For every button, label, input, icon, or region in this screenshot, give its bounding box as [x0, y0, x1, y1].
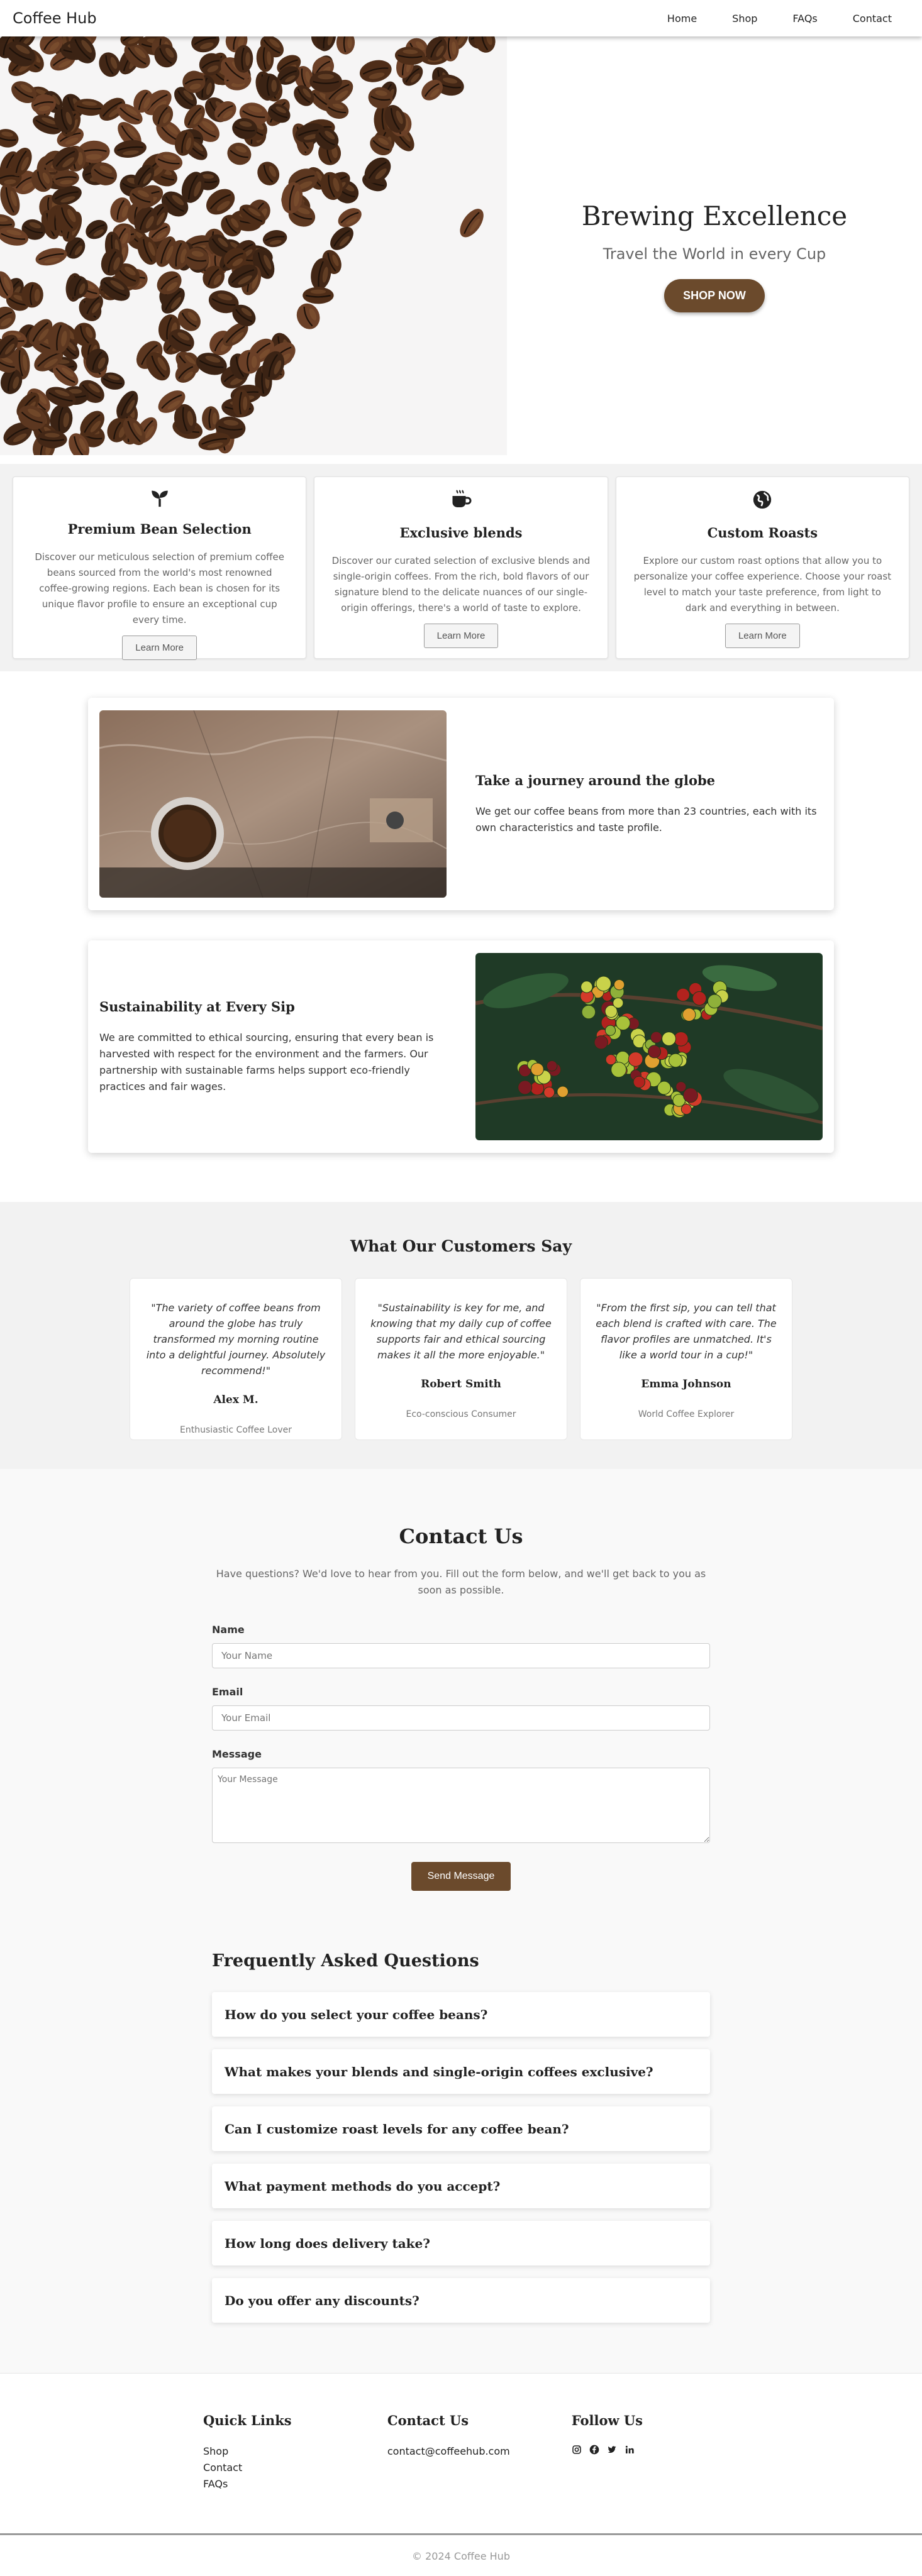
testimonials-section: What Our Customers Say "The variety of c… — [0, 1202, 922, 1469]
footer-follow: Follow Us — [572, 2413, 719, 2492]
testimonial-quote: "From the first sip, you can tell that e… — [596, 1302, 777, 1361]
hero-coffee-beans-image — [0, 36, 507, 455]
social-icons — [572, 2443, 719, 2460]
stories-section: Take a journey around the globe We get o… — [0, 671, 922, 1202]
footer-columns: Quick Links Shop Contact FAQs Contact Us… — [203, 2413, 719, 2492]
story-description: We get our coffee beans from more than 2… — [475, 805, 817, 834]
footer-heading: Contact Us — [387, 2413, 469, 2428]
hero-title: Brewing Excellence — [581, 201, 848, 231]
footer-link-faqs[interactable]: FAQs — [203, 2476, 387, 2492]
contact-form: Name Email Message Send Message — [212, 1624, 710, 1891]
faq-item[interactable]: How long does delivery take? — [212, 2221, 710, 2265]
footer-contact: Contact Us contact@coffeehub.com — [387, 2413, 572, 2492]
name-input[interactable] — [212, 1643, 710, 1668]
footer-email-link[interactable]: contact@coffeehub.com — [387, 2443, 572, 2460]
story-card: Sustainability at Every Sip We are commi… — [88, 940, 834, 1153]
story-text: Take a journey around the globe We get o… — [475, 773, 823, 836]
story-text: Sustainability at Every Sip We are commi… — [99, 999, 447, 1095]
testimonial-role: Enthusiastic Coffee Lover — [180, 1425, 292, 1435]
footer-link-contact[interactable]: Contact — [203, 2460, 387, 2476]
facebook-icon[interactable] — [589, 2443, 599, 2460]
send-wrap: Send Message — [212, 1862, 710, 1891]
footer-link-shop[interactable]: Shop — [203, 2443, 387, 2460]
story-card: Take a journey around the globe We get o… — [88, 698, 834, 910]
hero-text: Brewing Excellence Travel the World in e… — [507, 36, 922, 464]
footer-heading: Follow Us — [571, 2413, 643, 2428]
contact-intro: Have questions? We'd love to hear from y… — [216, 1568, 706, 1596]
coffee-cherries-image — [475, 953, 823, 1140]
feature-title: Exclusive blends — [399, 525, 523, 541]
nav-link-home[interactable]: Home — [650, 13, 714, 25]
story-description: We are committed to ethical sourcing, en… — [99, 1031, 434, 1093]
features-section: Premium Bean Selection Discover our meti… — [0, 464, 922, 671]
learn-more-button[interactable]: Learn More — [725, 624, 800, 648]
copyright: © 2024 Coffee Hub — [412, 2550, 510, 2562]
name-label: Name — [212, 1624, 245, 1636]
testimonial-cards: "The variety of coffee beans from around… — [0, 1278, 922, 1440]
email-label: Email — [212, 1686, 243, 1698]
story-title: Take a journey around the globe — [475, 772, 716, 788]
contact-section: Contact Us Have questions? We'd love to … — [0, 1469, 922, 2373]
seedling-icon — [147, 487, 172, 509]
story-title: Sustainability at Every Sip — [99, 998, 295, 1015]
message-label: Message — [212, 1748, 262, 1760]
footer-heading: Quick Links — [203, 2413, 292, 2428]
faq-item[interactable]: Do you offer any discounts? — [212, 2278, 710, 2323]
feature-title: Premium Bean Selection — [67, 521, 252, 537]
feature-card: Exclusive blends Discover our curated se… — [314, 476, 608, 659]
feature-title: Custom Roasts — [707, 525, 818, 541]
faq-section: Frequently Asked Questions How do you se… — [212, 1951, 710, 2373]
nav-links: Home Shop FAQs Contact — [650, 13, 909, 25]
testimonial-card: "From the first sip, you can tell that e… — [580, 1278, 792, 1440]
faq-item[interactable]: How do you select your coffee beans? — [212, 1992, 710, 2037]
faq-item[interactable]: Can I customize roast levels for any cof… — [212, 2106, 710, 2151]
send-message-button[interactable]: Send Message — [411, 1862, 511, 1891]
testimonial-role: Eco-conscious Consumer — [406, 1409, 516, 1419]
faq-item[interactable]: What payment methods do you accept? — [212, 2164, 710, 2208]
learn-more-button[interactable]: Learn More — [423, 624, 499, 648]
coffee-beans-illustration — [0, 36, 496, 455]
learn-more-button[interactable]: Learn More — [122, 636, 197, 660]
navbar: Coffee Hub Home Shop FAQs Contact — [0, 0, 922, 36]
testimonial-card: "Sustainability is key for me, and knowi… — [355, 1278, 567, 1440]
feature-description: Explore our custom roast options that al… — [633, 555, 892, 614]
feature-card: Custom Roasts Explore our custom roast o… — [615, 476, 909, 659]
testimonial-name: Robert Smith — [421, 1378, 501, 1390]
instagram-icon[interactable] — [572, 2443, 582, 2460]
twitter-icon[interactable] — [607, 2443, 617, 2460]
contact-heading: Contact Us — [399, 1524, 523, 1548]
feature-description: Discover our curated selection of exclus… — [331, 555, 591, 614]
hero-subtitle: Travel the World in every Cup — [603, 245, 826, 263]
feature-description: Discover our meticulous selection of pre… — [35, 551, 284, 625]
nav-link-faqs[interactable]: FAQs — [775, 13, 835, 25]
email-input[interactable] — [212, 1705, 710, 1731]
nav-link-shop[interactable]: Shop — [714, 13, 775, 25]
footer: Quick Links Shop Contact FAQs Contact Us… — [0, 2373, 922, 2535]
testimonial-name: Alex M. — [213, 1394, 258, 1406]
nav-link-contact[interactable]: Contact — [835, 13, 909, 25]
shop-now-button[interactable]: SHOP NOW — [664, 279, 765, 312]
message-textarea[interactable] — [212, 1768, 710, 1843]
mug-icon — [448, 487, 474, 512]
testimonial-role: World Coffee Explorer — [638, 1409, 735, 1419]
globe-icon — [750, 487, 775, 512]
testimonial-card: "The variety of coffee beans from around… — [130, 1278, 342, 1440]
faq-heading: Frequently Asked Questions — [212, 1951, 479, 1971]
footer-quick-links: Quick Links Shop Contact FAQs — [203, 2413, 387, 2492]
testimonials-heading: What Our Customers Say — [350, 1237, 572, 1255]
testimonial-quote: "The variety of coffee beans from around… — [146, 1302, 326, 1377]
brand-logo[interactable]: Coffee Hub — [13, 9, 97, 27]
linkedin-icon[interactable] — [625, 2443, 635, 2460]
faq-item[interactable]: What makes your blends and single-origin… — [212, 2049, 710, 2094]
testimonial-name: Emma Johnson — [641, 1378, 731, 1390]
map-coffee-image — [99, 710, 447, 898]
hero-section: Brewing Excellence Travel the World in e… — [0, 36, 922, 464]
testimonial-quote: "Sustainability is key for me, and knowi… — [370, 1302, 552, 1361]
feature-card: Premium Bean Selection Discover our meti… — [13, 476, 307, 660]
